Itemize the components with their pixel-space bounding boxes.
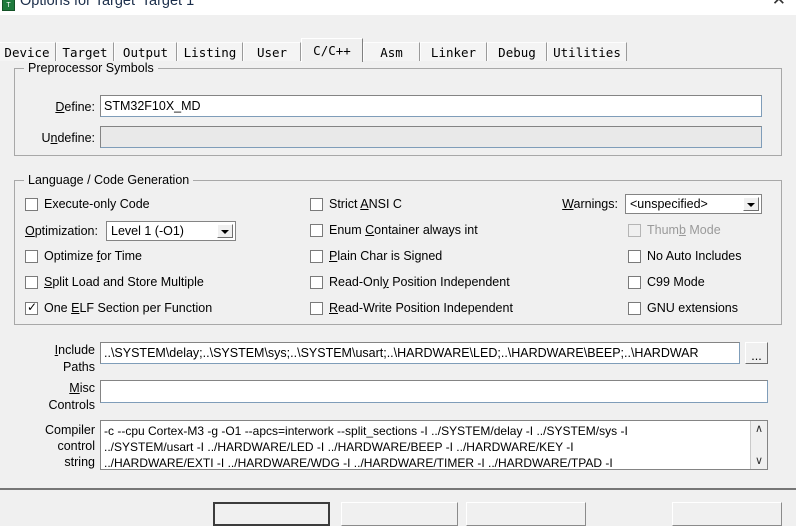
checkbox-strict-ansi-c[interactable]	[310, 198, 323, 211]
label-split-load-and-store-multiple: Split Load and Store Multiple	[44, 275, 204, 289]
checkbox-plain-char-is-signed[interactable]	[310, 250, 323, 263]
misc-controls-label-line1: Misc	[69, 381, 95, 395]
defaults-button[interactable]	[466, 502, 586, 526]
checkbox-optimize-for-time[interactable]	[25, 250, 38, 263]
optimization-label: Optimization:	[25, 224, 98, 238]
compiler-control-label-line2: control	[57, 439, 95, 453]
checkbox-split-load-and-store-multiple[interactable]	[25, 276, 38, 289]
chevron-down-icon[interactable]	[217, 224, 233, 238]
undefine-input[interactable]	[100, 126, 762, 148]
help-button[interactable]	[672, 502, 782, 526]
checkbox-one-elf-section-per-function[interactable]: ✓	[25, 300, 38, 315]
tab-strip: Device Target Output Listing User C/C++ …	[0, 19, 796, 62]
label-c99-mode: C99 Mode	[647, 275, 705, 289]
checkbox-no-auto-includes[interactable]	[628, 250, 641, 263]
checkbox-c99-mode[interactable]	[628, 276, 641, 289]
cancel-button[interactable]	[341, 502, 458, 526]
tab-asm[interactable]: Asm	[363, 42, 420, 61]
checkbox-enum-container-always-int[interactable]	[310, 224, 323, 237]
target-icon: T	[2, 0, 15, 11]
checkbox-gnu-extensions[interactable]	[628, 302, 641, 315]
include-paths-input[interactable]: ..\SYSTEM\delay;..\SYSTEM\sys;..\SYSTEM\…	[100, 342, 740, 364]
compiler-control-scrollbar[interactable]: ∧ ∨	[750, 421, 767, 469]
tab-user[interactable]: User	[243, 42, 301, 61]
checkbox-read-only-position-independent[interactable]	[310, 276, 323, 289]
preprocessor-group-label: Preprocessor Symbols	[24, 61, 158, 75]
misc-controls-label-line2: Controls	[48, 398, 95, 412]
label-one-elf-section-per-function: One ELF Section per Function	[44, 301, 213, 315]
close-icon[interactable]: ✕	[772, 0, 786, 8]
label-thumb-mode: Thumb Mode	[647, 223, 721, 237]
compiler-control-label-line1: Compiler	[44, 423, 95, 437]
compiler-control-line-1: -c --cpu Cortex-M3 -g -O1 --apcs=interwo…	[104, 424, 628, 438]
tab-c-cpp[interactable]: C/C++	[301, 38, 363, 62]
misc-controls-input[interactable]	[100, 380, 768, 403]
compiler-control-line-2: ../SYSTEM/usart -I ../HARDWARE/LED -I ..…	[104, 440, 574, 454]
label-read-only-position-independent: Read-Only Position Independent	[329, 275, 510, 289]
dialog-separator	[0, 488, 796, 490]
window-titlebar: T Options for Target 'Target 1' ✕	[0, 0, 796, 15]
tab-debug[interactable]: Debug	[487, 42, 547, 61]
label-enum-container-always-int: Enum Container always int	[329, 223, 478, 237]
ok-button[interactable]	[213, 502, 330, 526]
scroll-up-icon[interactable]: ∧	[751, 421, 767, 437]
optimization-value: Level 1 (-O1)	[111, 224, 184, 238]
tab-linker[interactable]: Linker	[420, 42, 487, 61]
language-group-label: Language / Code Generation	[24, 173, 194, 187]
checkmark-icon: ✓	[27, 300, 38, 314]
tab-device[interactable]: Device	[0, 42, 56, 61]
window-title: Options for Target 'Target 1'	[20, 0, 197, 9]
label-plain-char-is-signed: Plain Char is Signed	[329, 249, 443, 263]
checkbox-thumb-mode	[628, 224, 641, 237]
scroll-down-icon[interactable]: ∨	[751, 453, 767, 469]
optimization-select[interactable]: Level 1 (-O1)	[106, 221, 236, 241]
warnings-select[interactable]: <unspecified>	[625, 194, 762, 214]
checkbox-execute-only-code[interactable]	[25, 198, 38, 211]
tab-utilities[interactable]: Utilities	[547, 42, 627, 61]
compiler-control-line-3: ../HARDWARE/EXTI -I ../HARDWARE/WDG -I .…	[104, 456, 613, 470]
tab-target[interactable]: Target	[56, 42, 114, 61]
chevron-down-icon[interactable]	[743, 197, 759, 211]
include-paths-label-line1: Include	[54, 343, 95, 357]
checkbox-read-write-position-independent[interactable]	[310, 302, 323, 315]
label-read-write-position-independent: Read-Write Position Independent	[329, 301, 513, 315]
compiler-control-string-textarea[interactable]: -c --cpu Cortex-M3 -g -O1 --apcs=interwo…	[100, 420, 768, 470]
warnings-value: <unspecified>	[630, 197, 708, 211]
undefine-label: Undefine:	[41, 131, 95, 145]
label-execute-only-code: Execute-only Code	[44, 197, 150, 211]
define-label: Define:	[55, 100, 95, 114]
label-strict-ansi-c: Strict ANSI C	[329, 197, 402, 211]
label-no-auto-includes: No Auto Includes	[647, 249, 742, 263]
label-gnu-extensions: GNU extensions	[647, 301, 739, 315]
tab-listing[interactable]: Listing	[177, 42, 243, 61]
include-paths-label-line2: Paths	[63, 360, 95, 374]
warnings-label: Warnings:	[562, 197, 618, 211]
label-optimize-for-time: Optimize for Time	[44, 249, 142, 263]
compiler-control-label-line3: string	[64, 455, 95, 469]
define-input[interactable]: STM32F10X_MD	[100, 95, 762, 117]
include-paths-browse-button[interactable]: ...	[745, 342, 768, 364]
tab-output[interactable]: Output	[114, 42, 177, 61]
